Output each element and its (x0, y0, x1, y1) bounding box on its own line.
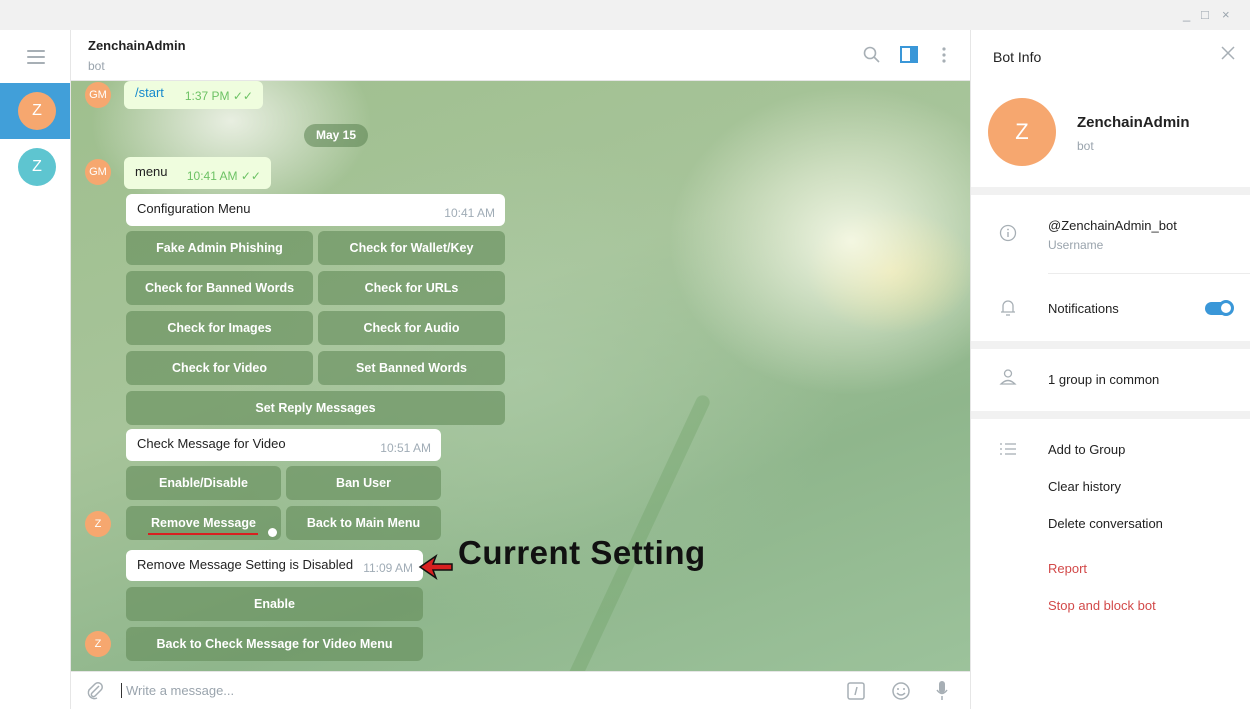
inline-button[interactable]: Check for Video (126, 351, 313, 385)
info-icon (999, 224, 1017, 242)
arrow-icon (418, 554, 453, 580)
menu-icon[interactable] (27, 50, 45, 68)
incoming-message: Remove Message Setting is Disabled 11:09… (126, 550, 423, 581)
username-label: Username (1048, 238, 1104, 252)
inline-button[interactable]: Fake Admin Phishing (126, 231, 313, 265)
message-time: 10:51 AM (380, 441, 431, 455)
emoji-icon[interactable] (891, 681, 911, 701)
notifications-label: Notifications (1048, 301, 1119, 316)
add-to-group-button[interactable]: Add to Group (1048, 442, 1125, 457)
chat-list-column: Z Z (0, 30, 71, 709)
section-divider (971, 411, 1250, 419)
search-icon[interactable] (863, 44, 881, 66)
list-icon (1000, 443, 1016, 455)
message-text: Check Message for Video (137, 436, 286, 451)
microphone-icon[interactable] (935, 680, 949, 702)
message-time: 10:41 AM (444, 206, 495, 220)
message-time: 10:41 AM ✓✓ (186, 169, 261, 183)
delete-conversation-button[interactable]: Delete conversation (1048, 516, 1163, 531)
stop-block-bot-button[interactable]: Stop and block bot (1048, 598, 1156, 613)
message-time: 11:09 AM (363, 561, 413, 575)
bell-icon (1001, 300, 1015, 316)
side-panel-icon[interactable] (899, 44, 919, 66)
incoming-message: Check Message for Video 10:51 AM (126, 429, 441, 461)
report-button[interactable]: Report (1048, 561, 1087, 576)
bot-info-panel: Bot Info Z ZenchainAdmin bot @ZenchainAd… (970, 30, 1250, 709)
minimize-button[interactable]: _ (1183, 8, 1190, 21)
clear-history-button[interactable]: Clear history (1048, 479, 1121, 494)
chat-status: bot (88, 59, 105, 73)
command-text[interactable]: /start (135, 85, 164, 100)
inline-button[interactable]: Back to Check Message for Video Menu (126, 627, 423, 661)
clock-icon (268, 528, 277, 537)
inline-button[interactable]: Check for URLs (318, 271, 505, 305)
section-divider (971, 341, 1250, 349)
inline-button[interactable]: Set Reply Messages (126, 391, 505, 425)
panel-title: Bot Info (993, 49, 1042, 65)
inline-button[interactable]: Enable/Disable (126, 466, 281, 500)
section-divider (971, 187, 1250, 195)
divider-line (1048, 273, 1250, 274)
user-icon (999, 369, 1017, 385)
close-window-button[interactable]: × (1222, 8, 1230, 21)
outgoing-message: /start 1:37 PM ✓✓ (124, 81, 263, 109)
incoming-message: Configuration Menu 10:41 AM (126, 194, 505, 226)
outgoing-message: menu 10:41 AM ✓✓ (124, 157, 271, 189)
inline-button[interactable]: Enable (126, 587, 423, 621)
chat-list-item-active[interactable]: Z (0, 83, 70, 139)
message-input-bar: Write a message... (71, 671, 970, 709)
inline-button[interactable]: Back to Main Menu (286, 506, 441, 540)
username-value[interactable]: @ZenchainAdmin_bot (1048, 218, 1177, 233)
close-icon[interactable] (1221, 46, 1235, 60)
bot-subtitle: bot (1077, 139, 1094, 153)
notifications-toggle[interactable] (1205, 300, 1234, 316)
message-time: 1:37 PM ✓✓ (184, 89, 253, 103)
annotation-label: Current Setting (458, 534, 706, 571)
attach-icon[interactable] (85, 681, 105, 701)
bot-avatar[interactable]: Z (85, 631, 111, 657)
message-input[interactable]: Write a message... (121, 683, 234, 698)
inline-button[interactable]: Check for Audio (318, 311, 505, 345)
user-avatar[interactable]: GM (85, 159, 111, 185)
highlight-underline (148, 533, 258, 535)
chat-avatar: Z (18, 148, 56, 186)
more-options-icon[interactable] (941, 44, 947, 66)
maximize-button[interactable]: □ (1201, 8, 1209, 21)
chat-title[interactable]: ZenchainAdmin (88, 38, 186, 53)
inline-button[interactable]: Check for Banned Words (126, 271, 313, 305)
read-checkmarks-icon: ✓✓ (229, 89, 253, 103)
bot-avatar-large[interactable]: Z (988, 98, 1056, 166)
chat-header: ZenchainAdmin bot (71, 30, 970, 81)
message-text: Configuration Menu (137, 201, 251, 216)
inline-button[interactable]: Check for Wallet/Key (318, 231, 505, 265)
window-title-bar: _ □ × (0, 0, 1250, 30)
message-text: Remove Message Setting is Disabled (137, 557, 354, 572)
bot-name: ZenchainAdmin (1077, 114, 1190, 131)
groups-in-common[interactable]: 1 group in common (1048, 372, 1159, 387)
inline-button[interactable]: Ban User (286, 466, 441, 500)
read-checkmarks-icon: ✓✓ (237, 169, 261, 183)
inline-button[interactable]: Check for Images (126, 311, 313, 345)
inline-button[interactable]: Set Banned Words (318, 351, 505, 385)
user-avatar[interactable]: GM (85, 82, 111, 108)
bot-commands-icon[interactable] (847, 682, 865, 700)
chat-list-item[interactable]: Z (0, 139, 70, 195)
background-decoration (564, 393, 712, 671)
date-separator: May 15 (304, 124, 368, 147)
bot-avatar[interactable]: Z (85, 511, 111, 537)
message-text: menu (135, 164, 168, 179)
chat-avatar: Z (18, 92, 56, 130)
chat-messages-area[interactable]: GM /start 1:37 PM ✓✓ May 15 GM menu 10:4… (71, 81, 970, 671)
